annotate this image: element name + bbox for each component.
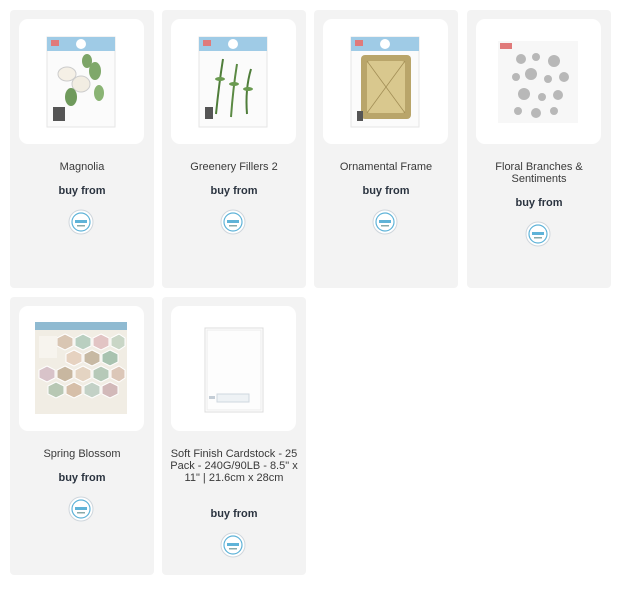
retailer-logo-icon[interactable] (372, 209, 398, 235)
product-name[interactable]: Soft Finish Cardstock - 25 Pack - 240G/9… (166, 448, 302, 484)
buy-from-label: buy from (515, 197, 563, 209)
product-card-soft-finish-cardstock[interactable]: Soft Finish Cardstock - 25 Pack - 240G/9… (162, 297, 306, 575)
product-image-ornamental-frame[interactable] (323, 19, 448, 144)
buy-from-label: buy from (210, 185, 258, 197)
product-name[interactable]: Magnolia (14, 161, 150, 173)
product-card-magnolia[interactable]: Magnolia buy from (10, 10, 154, 288)
retailer-logo-icon[interactable] (525, 221, 551, 247)
product-name[interactable]: Ornamental Frame (318, 161, 454, 173)
buy-from-label: buy from (58, 185, 106, 197)
buy-from-label: buy from (210, 508, 258, 520)
retailer-logo-icon[interactable] (220, 532, 246, 558)
retailer-logo-icon[interactable] (68, 496, 94, 522)
product-card-ornamental-frame[interactable]: Ornamental Frame buy from (314, 10, 458, 288)
retailer-logo-icon[interactable] (68, 209, 94, 235)
product-image-greenery-fillers-2[interactable] (171, 19, 296, 144)
product-image-soft-finish-cardstock[interactable] (171, 306, 296, 431)
product-image-floral-branches-sentiments[interactable] (476, 19, 601, 144)
buy-from-label: buy from (58, 472, 106, 484)
product-image-spring-blossom[interactable] (19, 306, 144, 431)
product-card-floral-branches-sentiments[interactable]: Floral Branches & Sentiments buy from (467, 10, 611, 288)
product-card-greenery-fillers-2[interactable]: Greenery Fillers 2 buy from (162, 10, 306, 288)
product-name[interactable]: Floral Branches & Sentiments (471, 161, 607, 185)
product-image-magnolia[interactable] (19, 19, 144, 144)
buy-from-label: buy from (362, 185, 410, 197)
product-name[interactable]: Spring Blossom (14, 448, 150, 460)
retailer-logo-icon[interactable] (220, 209, 246, 235)
product-card-spring-blossom[interactable]: Spring Blossom buy from (10, 297, 154, 575)
product-name[interactable]: Greenery Fillers 2 (166, 161, 302, 173)
